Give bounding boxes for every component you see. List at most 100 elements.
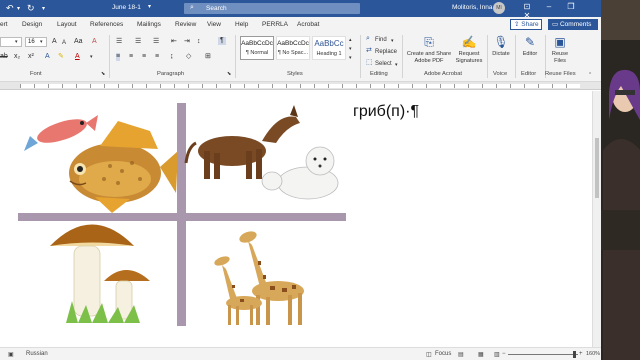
paragraph-dialog-launcher-icon[interactable]: ⬊ <box>227 70 231 78</box>
divider <box>235 35 236 78</box>
font-color-icon[interactable]: A <box>75 53 80 61</box>
tab-insert[interactable]: ert <box>0 21 8 28</box>
select-icon[interactable]: ⬚ <box>366 59 373 67</box>
find-icon[interactable]: ⌕ <box>366 35 370 43</box>
dogs-picture[interactable] <box>184 105 339 200</box>
language-status[interactable]: Russian <box>26 351 48 357</box>
tab-view[interactable]: View <box>207 21 221 28</box>
bullets-icon[interactable]: ☰ <box>116 38 122 46</box>
create-share-pdf-button[interactable]: ⎘ Create and Share Adobe PDF <box>405 35 453 65</box>
group-label-styles: Styles <box>287 71 303 77</box>
scrollbar-thumb[interactable] <box>595 138 599 198</box>
redo-icon[interactable]: ↻ <box>27 3 35 13</box>
mushrooms-picture[interactable] <box>50 224 150 324</box>
web-layout-icon[interactable]: ▥ <box>494 351 500 358</box>
minimize-icon[interactable]: – <box>538 2 560 11</box>
select-label[interactable]: Select <box>375 60 392 68</box>
print-layout-icon[interactable]: ▦ <box>478 351 484 358</box>
zoom-level[interactable]: 160% <box>586 351 600 357</box>
align-center-icon[interactable]: ≡ <box>129 53 133 61</box>
dictate-button[interactable]: 🎙 Dictate <box>489 35 513 58</box>
document-text[interactable]: гриб(п)·¶ <box>353 103 419 121</box>
zoom-in-icon[interactable]: + <box>579 351 583 357</box>
comments-button[interactable]: ▭ Comments <box>548 19 598 30</box>
editor-button[interactable]: ✎ Editor <box>517 35 543 58</box>
line-spacing-icon[interactable]: ↨ <box>170 53 174 61</box>
zoom-slider[interactable] <box>508 354 578 355</box>
sort-icon[interactable]: ↕ <box>197 38 201 46</box>
editor-pen-icon: ✎ <box>524 35 536 49</box>
ruler-scale[interactable] <box>20 84 580 88</box>
focus-label[interactable]: Focus <box>435 351 451 357</box>
undo-dropdown-icon[interactable]: ▾ <box>17 4 20 14</box>
tab-perrla[interactable]: PERRLA <box>262 21 288 28</box>
chevron-down-icon[interactable]: ▾ <box>395 61 398 69</box>
giraffes-picture[interactable] <box>213 229 304 325</box>
tab-references[interactable]: References <box>90 21 123 28</box>
increase-indent-icon[interactable]: ⇥ <box>184 38 190 46</box>
restore-icon[interactable]: ❐ <box>560 2 582 11</box>
avatar[interactable]: MI <box>493 2 505 14</box>
chevron-down-icon[interactable]: ▾ <box>148 3 151 10</box>
numbering-icon[interactable]: ☰ <box>135 38 141 46</box>
styles-scroll-down-icon[interactable]: ▾ <box>349 45 352 53</box>
find-label[interactable]: Find <box>375 36 387 44</box>
decrease-indent-icon[interactable]: ⇤ <box>171 38 177 46</box>
request-signatures-button[interactable]: ✍ Request Signatures <box>453 35 485 65</box>
clear-formatting-icon[interactable]: A <box>92 38 97 46</box>
horizontal-ruler <box>0 82 601 90</box>
justify-icon[interactable]: ≡ <box>155 53 159 61</box>
font-name-field[interactable] <box>0 37 22 47</box>
multilevel-list-icon[interactable]: ☰ <box>153 38 159 46</box>
font-size-field[interactable]: 16 <box>25 37 47 47</box>
highlight-icon[interactable]: ✎ <box>58 53 64 61</box>
superscript-icon[interactable]: x² <box>28 53 34 61</box>
borders-icon[interactable]: ⊞ <box>205 53 211 61</box>
focus-icon[interactable]: ◫ <box>426 351 432 358</box>
collapse-ribbon-icon[interactable]: ⌃ <box>588 71 592 79</box>
tab-design[interactable]: Design <box>22 21 42 28</box>
undo-icon[interactable]: ↶ <box>6 3 14 13</box>
tab-help[interactable]: Help <box>235 21 248 28</box>
style-normal[interactable]: AaBbCcDc ¶ Normal <box>240 36 274 60</box>
replace-label[interactable]: Replace <box>375 48 397 56</box>
ribbon-display-options-icon[interactable]: ⊡ <box>516 2 538 11</box>
chevron-down-icon[interactable]: ▾ <box>391 37 394 45</box>
text-effects-icon[interactable]: A <box>45 53 50 61</box>
styles-scroll-up-icon[interactable]: ▴ <box>349 36 352 44</box>
style-no-spacing[interactable]: AaBbCcDc ¶ No Spac... <box>276 36 310 60</box>
strikethrough-icon[interactable]: ab <box>0 53 8 61</box>
zoom-slider-thumb[interactable] <box>573 351 576 358</box>
document-canvas[interactable]: гриб(п)·¶ <box>0 91 601 347</box>
search-input[interactable]: ⌕ Search <box>184 3 360 14</box>
align-left-icon[interactable]: ≡ <box>116 53 121 61</box>
align-right-icon[interactable]: ≡ <box>142 53 146 61</box>
show-formatting-marks-icon[interactable]: ¶ <box>218 37 226 45</box>
chevron-down-icon[interactable]: ▾ <box>15 38 18 46</box>
vertical-scrollbar[interactable] <box>592 91 601 347</box>
document-title[interactable]: June 18-1 <box>112 4 141 11</box>
zoom-out-icon[interactable]: − <box>502 351 506 357</box>
shading-icon[interactable]: ◇ <box>186 53 191 61</box>
style-heading-1[interactable]: AaBbCc Heading 1 <box>312 36 346 60</box>
proofing-icon[interactable]: ▣ <box>8 351 14 358</box>
grow-font-icon[interactable]: A <box>52 38 57 46</box>
font-dialog-launcher-icon[interactable]: ⬊ <box>101 70 105 78</box>
tab-acrobat[interactable]: Acrobat <box>297 21 319 28</box>
styles-more-icon[interactable]: ▾ <box>349 54 352 62</box>
change-case-icon[interactable]: Aa <box>74 38 83 46</box>
shrink-font-icon[interactable]: A <box>62 39 66 47</box>
chevron-down-icon[interactable]: ▾ <box>40 38 43 46</box>
user-name[interactable]: Molitoris, Inna <box>452 4 492 11</box>
tab-mailings[interactable]: Mailings <box>137 21 161 28</box>
reuse-files-button[interactable]: ▣ Reuse Files <box>547 35 573 65</box>
share-button[interactable]: ⇪ Share <box>510 19 542 30</box>
tab-review[interactable]: Review <box>175 21 196 28</box>
tab-layout[interactable]: Layout <box>57 21 77 28</box>
read-mode-icon[interactable]: ▤ <box>458 351 464 358</box>
customize-toolbar-icon[interactable]: ▾ <box>42 4 45 14</box>
fish-picture[interactable] <box>24 114 178 213</box>
replace-icon[interactable]: ⇄ <box>366 47 372 55</box>
chevron-down-icon[interactable]: ▾ <box>90 53 93 61</box>
subscript-icon[interactable]: x₂ <box>14 53 20 61</box>
